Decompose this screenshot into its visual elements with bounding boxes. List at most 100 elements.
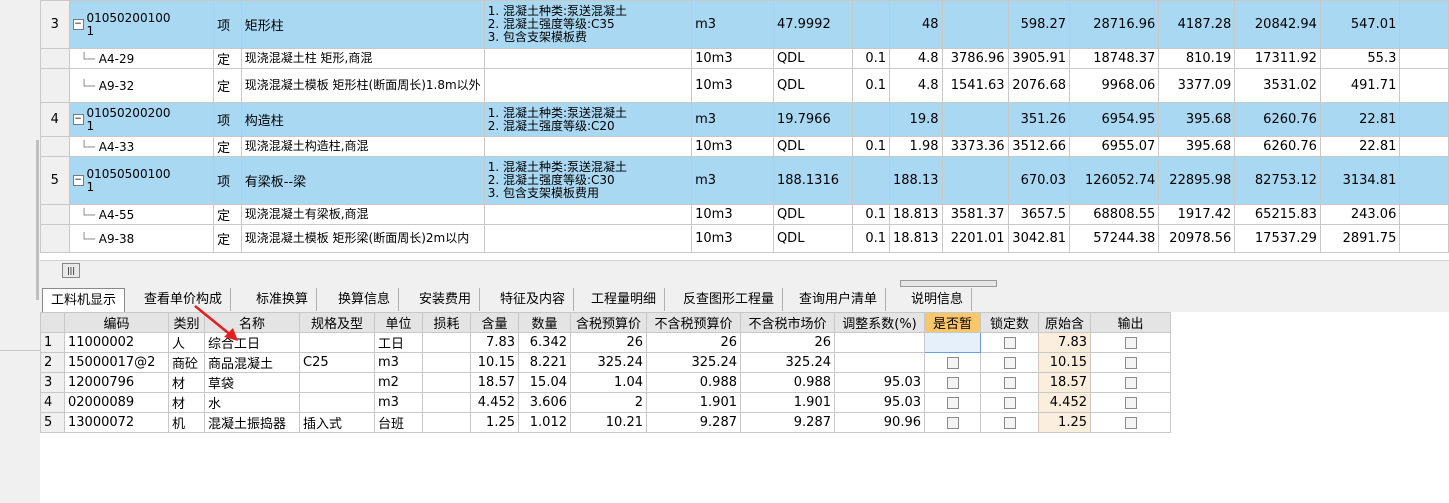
- resource-loss[interactable]: [422, 392, 471, 413]
- quota-code-cell[interactable]: └─ A9-38: [68, 224, 215, 253]
- output-checkbox-cell[interactable]: [1090, 372, 1171, 393]
- resource-name[interactable]: 混凝土振捣器: [204, 412, 300, 433]
- collapse-icon[interactable]: −: [72, 175, 84, 186]
- column-header[interactable]: 损耗: [422, 312, 471, 333]
- output-checkbox-cell[interactable]: [1090, 352, 1171, 373]
- item-quantity-expr[interactable]: QDL: [772, 68, 854, 103]
- quota-code-cell[interactable]: └─ A4-29: [68, 48, 215, 69]
- scroll-thumb[interactable]: |||: [62, 263, 80, 278]
- resource-name[interactable]: 草袋: [204, 372, 300, 393]
- tab-5[interactable]: 安装费用: [411, 288, 481, 311]
- collapse-icon[interactable]: −: [72, 19, 84, 30]
- output-checkbox[interactable]: [1124, 396, 1137, 409]
- bill-item-row[interactable]: 5−01050500100 1 项有梁板--梁 1. 混凝土种类:泵送混凝土 2. 混凝…: [40, 156, 1449, 205]
- price-tax-excl[interactable]: 26: [646, 332, 741, 353]
- column-header[interactable]: 不含税市场价: [740, 312, 835, 333]
- price-tax-incl[interactable]: 26: [570, 332, 647, 353]
- quota-item-row[interactable]: └─ A9-38 定现浇混凝土模板 矩形梁(断面周长)2m以内 10m3 QDL 0.1…: [40, 224, 1449, 253]
- provisional-checkbox-cell[interactable]: [924, 372, 981, 393]
- item-code-cell[interactable]: −01050500100 1: [68, 156, 215, 205]
- lock-qty-checkbox[interactable]: [1003, 396, 1016, 409]
- resource-loss[interactable]: [422, 412, 471, 433]
- provisional-checkbox[interactable]: [946, 396, 959, 409]
- market-price-tax-excl[interactable]: 1.901: [740, 392, 835, 413]
- quota-code-cell[interactable]: └─ A4-33: [68, 136, 215, 157]
- output-checkbox-cell[interactable]: [1090, 412, 1171, 433]
- tab-7[interactable]: 工程量明细: [583, 288, 666, 311]
- lock-qty-checkbox[interactable]: [1003, 356, 1016, 369]
- bill-item-row[interactable]: 4−01050200200 1 项构造柱 1. 混凝土种类:泵送混凝土 2. 混凝土强度…: [40, 102, 1449, 137]
- quota-item-row[interactable]: └─ A4-33 定现浇混凝土构造柱,商混 10m3 QDL 0.1 1.98 3373.3…: [40, 136, 1449, 157]
- column-header[interactable]: 不含税预算价: [646, 312, 741, 333]
- item-name[interactable]: 构造柱: [240, 102, 485, 137]
- resource-row[interactable]: 5 13000072 机混凝土振捣器 插入式 台班 1.25 1.012 10.21 9.287…: [40, 412, 1171, 433]
- quota-item-row[interactable]: └─ A9-32 定现浇混凝土模板 矩形柱(断面周长)1.8m以外 10m3 QDL 0…: [40, 68, 1449, 103]
- resource-spec[interactable]: [299, 332, 375, 353]
- pane-splitter[interactable]: [40, 278, 1449, 288]
- resource-spec[interactable]: [299, 392, 375, 413]
- provisional-checkbox-cell[interactable]: [924, 352, 981, 373]
- resource-row[interactable]: 2 15000017@2 商砼 商品混凝土 C25 m3 10.15 8.221 325.24 3…: [40, 352, 1171, 373]
- market-price-tax-excl[interactable]: 9.287: [740, 412, 835, 433]
- price-tax-incl[interactable]: 10.21: [570, 412, 647, 433]
- lock-qty-checkbox-cell[interactable]: [980, 352, 1039, 373]
- lock-qty-checkbox-cell[interactable]: [980, 412, 1039, 433]
- output-checkbox[interactable]: [1124, 356, 1137, 369]
- column-header[interactable]: 调整系数(%): [834, 312, 925, 333]
- column-header[interactable]: 名称: [204, 312, 300, 333]
- resource-spec[interactable]: [299, 372, 375, 393]
- item-quantity-expr[interactable]: QDL: [772, 224, 854, 253]
- price-tax-incl[interactable]: 2: [570, 392, 647, 413]
- item-quantity-expr[interactable]: QDL: [772, 136, 854, 157]
- item-code-cell[interactable]: −01050200100 1: [68, 0, 215, 49]
- column-header[interactable]: 规格及型: [299, 312, 375, 333]
- splitter-grip[interactable]: [900, 280, 997, 287]
- item-name[interactable]: 现浇混凝土模板 矩形柱(断面周长)1.8m以外: [240, 68, 485, 103]
- resource-spec[interactable]: 插入式: [299, 412, 375, 433]
- resource-loss[interactable]: [422, 372, 471, 393]
- provisional-checkbox[interactable]: [946, 376, 959, 389]
- resource-name[interactable]: 综合工日: [204, 332, 300, 353]
- provisional-checkbox-cell[interactable]: [924, 412, 981, 433]
- column-header[interactable]: 锁定数: [980, 312, 1039, 333]
- tab-10[interactable]: 说明信息: [903, 288, 973, 311]
- output-checkbox[interactable]: [1124, 376, 1137, 389]
- output-checkbox-cell[interactable]: [1090, 392, 1171, 413]
- adjust-coefficient[interactable]: 95.03: [834, 392, 925, 413]
- item-name[interactable]: 现浇混凝土构造柱,商混: [240, 136, 485, 157]
- quota-code-cell[interactable]: └─ A4-55: [68, 204, 215, 225]
- resource-code[interactable]: 11000002: [64, 332, 169, 353]
- market-price-tax-excl[interactable]: 26: [740, 332, 835, 353]
- column-header[interactable]: 含量: [470, 312, 519, 333]
- left-panel-scrollbar[interactable]: [36, 140, 39, 300]
- tab-1[interactable]: 工料机显示: [42, 288, 126, 313]
- column-header[interactable]: 编码: [64, 312, 169, 333]
- resource-loss[interactable]: [422, 352, 471, 373]
- output-checkbox[interactable]: [1124, 336, 1137, 349]
- column-header[interactable]: 原始含: [1038, 312, 1091, 333]
- lock-qty-checkbox-cell[interactable]: [980, 372, 1039, 393]
- output-checkbox-cell[interactable]: [1090, 332, 1171, 353]
- tab-3[interactable]: 标准换算: [248, 288, 318, 311]
- output-checkbox[interactable]: [1124, 416, 1137, 429]
- price-tax-incl[interactable]: 1.04: [570, 372, 647, 393]
- item-quantity-expr[interactable]: QDL: [772, 48, 854, 69]
- resource-loss[interactable]: [422, 332, 471, 353]
- resource-content[interactable]: 10.15: [470, 352, 519, 373]
- provisional-checkbox-cell[interactable]: [924, 392, 981, 413]
- resource-row[interactable]: 1 11000002 人综合工日 工日 7.83 6.342 26 26 26 7.83: [40, 332, 1171, 353]
- tab-8[interactable]: 反查图形工程量: [675, 288, 784, 311]
- item-name[interactable]: 现浇混凝土柱 矩形,商混: [240, 48, 485, 69]
- resource-code[interactable]: 02000089: [64, 392, 169, 413]
- lock-qty-checkbox-cell[interactable]: [980, 332, 1039, 353]
- column-header[interactable]: 输出: [1090, 312, 1171, 333]
- resource-code[interactable]: 13000072: [64, 412, 169, 433]
- item-quantity-expr[interactable]: 188.1316: [772, 156, 854, 205]
- resource-name[interactable]: 商品混凝土: [204, 352, 300, 373]
- item-name[interactable]: 现浇混凝土模板 矩形梁(断面周长)2m以内: [240, 224, 485, 253]
- tab-2[interactable]: 查看单价构成: [136, 288, 232, 311]
- adjust-coefficient[interactable]: [834, 332, 925, 353]
- quota-item-row[interactable]: └─ A4-29 定现浇混凝土柱 矩形,商混 10m3 QDL 0.1 4.8 3786.9…: [40, 48, 1449, 69]
- lock-qty-checkbox[interactable]: [1003, 376, 1016, 389]
- price-tax-excl[interactable]: 1.901: [646, 392, 741, 413]
